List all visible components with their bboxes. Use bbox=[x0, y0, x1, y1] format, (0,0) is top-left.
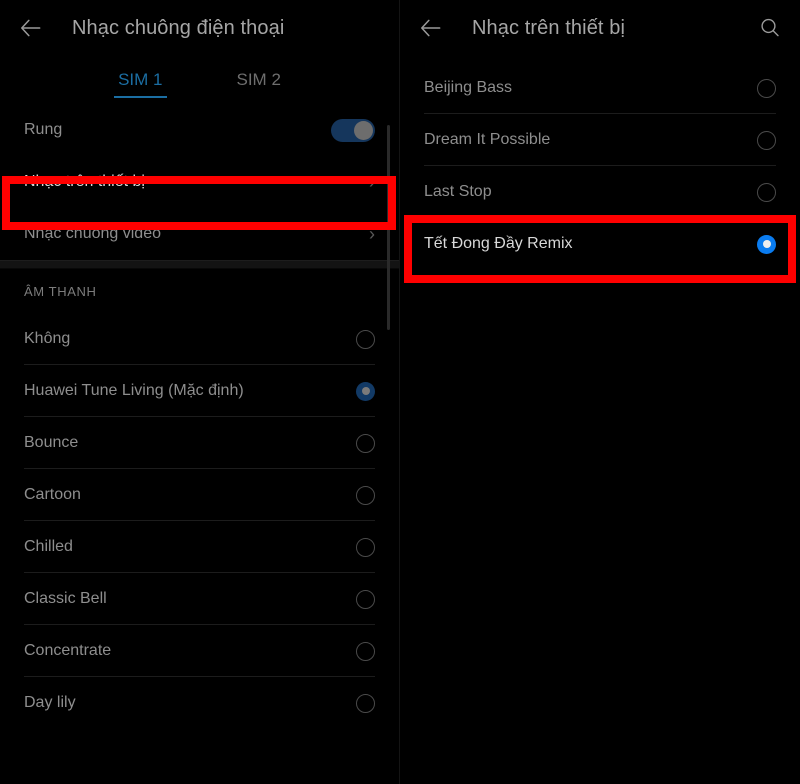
list-item[interactable]: Classic Bell bbox=[0, 573, 399, 625]
tab-sim-1[interactable]: SIM 1 bbox=[112, 66, 168, 100]
sound-item-tail bbox=[356, 693, 375, 713]
scrollbar-thumb[interactable] bbox=[387, 125, 390, 330]
sound-item-label: Concentrate bbox=[24, 642, 112, 659]
radio-button-selected[interactable] bbox=[757, 234, 776, 254]
chevron-right-icon: › bbox=[369, 172, 375, 192]
row-vibrate-label: Rung bbox=[24, 121, 63, 138]
device-music-item-label: Last Stop bbox=[424, 183, 492, 200]
left-panel-ringtone-settings: Nhạc chuông điện thoại SIM 1 SIM 2 Rung … bbox=[0, 0, 400, 784]
list-item[interactable]: Day lily bbox=[0, 677, 399, 729]
sound-item-label: Cartoon bbox=[24, 486, 81, 503]
sound-item-tail bbox=[356, 641, 375, 661]
sound-item-tail bbox=[356, 381, 375, 401]
row-music-on-device[interactable]: Nhạc trên thiết bị › bbox=[0, 156, 399, 208]
row-video-ringtone[interactable]: Nhạc chuông video › bbox=[0, 208, 399, 260]
chevron-right-icon: › bbox=[369, 224, 375, 244]
right-app-bar: Nhạc trên thiết bị bbox=[400, 0, 800, 56]
device-music-item-label: Beijing Bass bbox=[424, 79, 513, 96]
page-title: Nhạc chuông điện thoại bbox=[72, 16, 285, 39]
sound-item-tail bbox=[356, 329, 375, 349]
sound-item-tail bbox=[356, 485, 375, 505]
radio-button[interactable] bbox=[356, 433, 375, 453]
left-app-bar: Nhạc chuông điện thoại bbox=[0, 0, 399, 56]
sound-item-label: Huawei Tune Living (Mặc định) bbox=[24, 382, 244, 399]
arrow-left-icon[interactable] bbox=[16, 13, 46, 43]
sound-item-tail bbox=[356, 537, 375, 557]
radio-button-selected[interactable] bbox=[356, 381, 375, 401]
sim-tabs: SIM 1 SIM 2 bbox=[0, 56, 399, 104]
toggle-knob bbox=[354, 120, 373, 140]
row-vibrate-tail bbox=[331, 118, 375, 142]
list-item[interactable]: Không bbox=[0, 313, 399, 365]
device-music-item-label: Tết Đong Đầy Remix bbox=[424, 235, 573, 252]
radio-button[interactable] bbox=[356, 537, 375, 557]
sound-item-label: Bounce bbox=[24, 434, 79, 451]
radio-button[interactable] bbox=[757, 78, 776, 98]
device-music-item-tail bbox=[757, 234, 776, 254]
radio-button[interactable] bbox=[356, 329, 375, 349]
row-music-on-device-label: Nhạc trên thiết bị bbox=[24, 173, 145, 190]
search-icon[interactable] bbox=[756, 14, 784, 42]
list-item[interactable]: Last Stop bbox=[400, 166, 800, 218]
tab-sim-2[interactable]: SIM 2 bbox=[231, 66, 287, 100]
page-title: Nhạc trên thiết bị bbox=[472, 16, 625, 39]
list-item[interactable]: Huawei Tune Living (Mặc định) bbox=[0, 365, 399, 417]
radio-button[interactable] bbox=[757, 182, 776, 202]
list-item-selected[interactable]: Tết Đong Đầy Remix bbox=[400, 218, 800, 270]
sound-item-label: Chilled bbox=[24, 538, 73, 555]
device-music-item-tail bbox=[757, 130, 776, 150]
vibrate-toggle[interactable] bbox=[331, 118, 375, 142]
radio-button[interactable] bbox=[356, 641, 375, 661]
list-item[interactable]: Bounce bbox=[0, 417, 399, 469]
list-item[interactable]: Chilled bbox=[0, 521, 399, 573]
row-video-ringtone-tail: › bbox=[369, 225, 375, 243]
section-header-sound: ÂM THANH bbox=[24, 283, 97, 299]
radio-button[interactable] bbox=[356, 693, 375, 713]
radio-button[interactable] bbox=[356, 589, 375, 609]
device-music-item-tail bbox=[757, 78, 776, 98]
device-music-item-tail bbox=[757, 182, 776, 202]
sound-item-label: Không bbox=[24, 330, 71, 347]
list-item[interactable]: Concentrate bbox=[0, 625, 399, 677]
section-separator-band bbox=[0, 260, 399, 269]
sound-item-tail bbox=[356, 433, 375, 453]
arrow-left-icon[interactable] bbox=[416, 13, 446, 43]
sound-item-label: Classic Bell bbox=[24, 590, 107, 607]
device-music-item-label: Dream It Possible bbox=[424, 131, 551, 148]
row-music-on-device-tail: › bbox=[369, 173, 375, 191]
radio-button[interactable] bbox=[757, 130, 776, 150]
list-item[interactable]: Dream It Possible bbox=[400, 114, 800, 166]
row-vibrate[interactable]: Rung bbox=[0, 104, 399, 156]
dual-panel-screenshot: Nhạc chuông điện thoại SIM 1 SIM 2 Rung … bbox=[0, 0, 800, 784]
sound-item-tail bbox=[356, 589, 375, 609]
sound-item-label: Day lily bbox=[24, 694, 76, 711]
right-panel-device-music: Nhạc trên thiết bị Beijing Bass Dream It… bbox=[400, 0, 800, 784]
radio-button[interactable] bbox=[356, 485, 375, 505]
row-video-ringtone-label: Nhạc chuông video bbox=[24, 225, 161, 242]
list-item[interactable]: Beijing Bass bbox=[400, 62, 800, 114]
list-item[interactable]: Cartoon bbox=[0, 469, 399, 521]
